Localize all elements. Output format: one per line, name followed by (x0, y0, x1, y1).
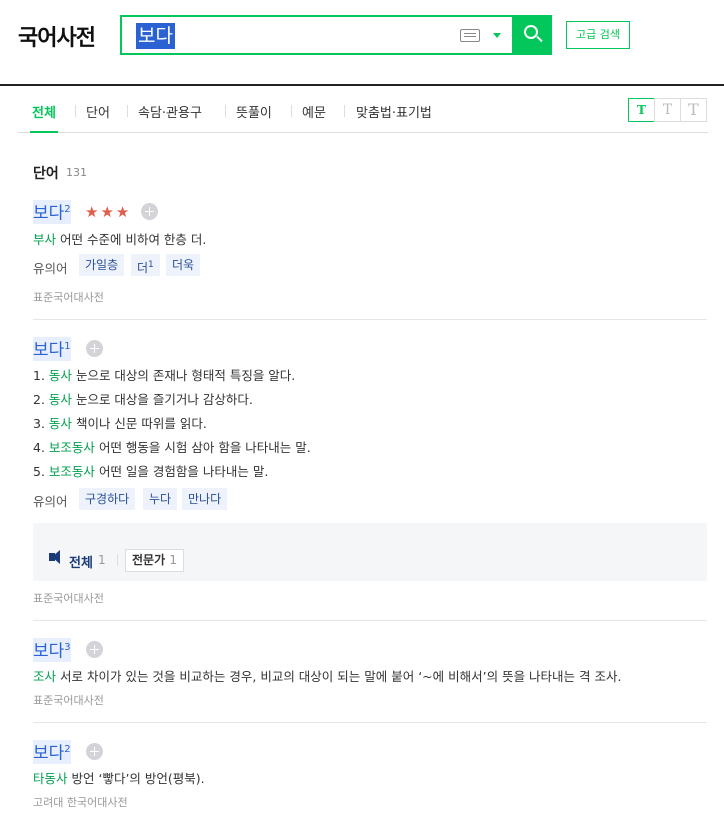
definition: 1. 동사 눈으로 대상의 존재나 형태적 특징을 알다. (33, 368, 296, 383)
tab-bar: 전체 단어 속담·관용구 뜻풀이 예문 맞춤법·표기법 T T T (18, 88, 708, 133)
font-size-medium-button[interactable]: T (654, 98, 681, 122)
source-label: 표준국어대사전 (33, 592, 104, 605)
synonym-label: 유의어 (33, 494, 68, 509)
speaker-icon (49, 550, 60, 564)
definition: 5. 보조동사 어떤 일을 경험함을 나타내는 말. (33, 464, 269, 479)
synonym-link[interactable]: 가일층 (79, 254, 125, 276)
tab-examples[interactable]: 예문 (302, 102, 326, 121)
add-wordbook-icon[interactable] (141, 203, 158, 220)
synonym-link[interactable]: 더1 (131, 254, 160, 276)
example-all-count: 1 (98, 553, 106, 567)
source-label: 표준국어대사전 (33, 291, 104, 304)
source-label: 표준국어대사전 (33, 694, 104, 707)
definition: 3. 동사 책이나 신문 따위를 읽다. (33, 416, 207, 431)
example-expert-button[interactable]: 전문가 1 (125, 549, 184, 572)
synonym-link[interactable]: 누다 (143, 488, 178, 510)
section-title: 단어 (33, 166, 59, 182)
headword-link[interactable]: 보다2 (33, 200, 71, 224)
source-label: 고려대 한국어대사전 (33, 796, 128, 809)
example-box: 전체 1 전문가 1 (33, 523, 707, 581)
headword-link[interactable]: 보다1 (33, 337, 71, 361)
search-button[interactable] (512, 15, 552, 55)
chevron-down-icon[interactable] (493, 33, 501, 38)
tab-idioms[interactable]: 속담·관용구 (138, 102, 202, 121)
headword-link[interactable]: 보다3 (33, 638, 71, 662)
search-selected-text: 보다 (136, 23, 175, 49)
divider (33, 620, 707, 621)
add-wordbook-icon[interactable] (86, 743, 103, 760)
font-size-large-button[interactable]: T (680, 98, 707, 122)
synonym-link[interactable]: 만나다 (182, 488, 228, 510)
synonym-label: 유의어 (33, 261, 68, 276)
search-input[interactable] (136, 22, 436, 48)
tab-spelling[interactable]: 맞춤법·표기법 (356, 102, 432, 121)
header: 국어사전 보다 고급 검색 (0, 0, 724, 86)
tab-meanings[interactable]: 뜻풀이 (236, 102, 272, 121)
importance-stars: ★★★ (85, 203, 132, 221)
definition: 4. 보조동사 어떤 행동을 시험 삼아 함을 나타내는 말. (33, 440, 311, 455)
tab-words[interactable]: 단어 (86, 102, 110, 121)
font-size-small-button[interactable]: T (628, 98, 655, 122)
definition: 부사 어떤 수준에 비하여 한층 더. (33, 232, 207, 247)
definition: 타동사 방언 ‘빻다’의 방언(평북). (33, 771, 205, 786)
add-wordbook-icon[interactable] (86, 641, 103, 658)
example-all-button[interactable]: 전체 (69, 552, 93, 571)
definition: 조사 서로 차이가 있는 것을 비교하는 경우, 비교의 대상이 되는 말에 붙어… (33, 669, 622, 684)
keyboard-icon[interactable] (460, 29, 480, 42)
section-count: 131 (66, 166, 87, 179)
divider (33, 722, 707, 723)
definition: 2. 동사 눈으로 대상을 즐기거나 감상하다. (33, 392, 253, 407)
synonym-link[interactable]: 더욱 (166, 254, 201, 276)
add-wordbook-icon[interactable] (86, 340, 103, 357)
divider (33, 319, 707, 320)
headword-link[interactable]: 보다2 (33, 740, 71, 764)
advanced-search-button[interactable]: 고급 검색 (566, 21, 630, 49)
synonym-link[interactable]: 구경하다 (79, 488, 136, 510)
dictionary-logo[interactable]: 국어사전 (18, 20, 96, 52)
tab-all[interactable]: 전체 (30, 102, 58, 133)
search-box[interactable]: 보다 (120, 15, 552, 55)
